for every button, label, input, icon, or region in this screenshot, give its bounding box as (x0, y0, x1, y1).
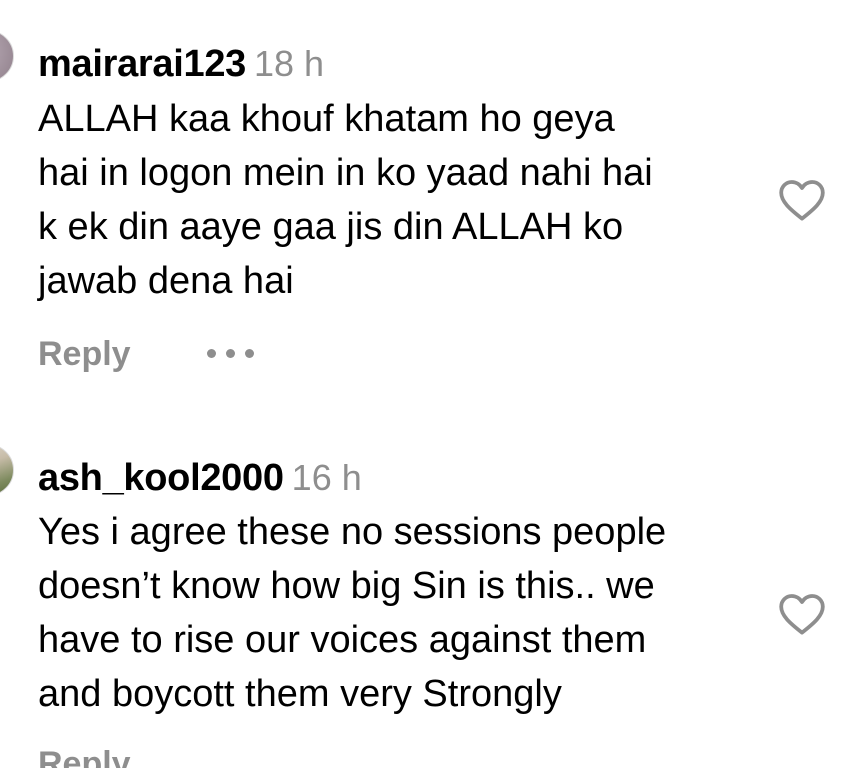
comment-actions: Reply (38, 334, 255, 374)
comment-line: Yes i agree these no sessions people (38, 511, 667, 553)
comment-line: hai in logon mein in ko yaad nahi hai (38, 152, 653, 194)
comment-line: ALLAH kaa khouf khatam ho geya (38, 98, 615, 140)
comment-line: have to rise our voices against them (38, 619, 647, 661)
comment-line: jawab dena hai (38, 260, 294, 302)
comment-line: and boycott them very Strongly (38, 673, 562, 715)
reply-button[interactable]: Reply (38, 744, 131, 768)
heart-outline-icon[interactable] (778, 592, 826, 636)
comment-text: ALLAH kaa khouf khatam ho geya hai in lo… (38, 92, 653, 308)
comment-actions: Reply (38, 744, 131, 768)
avatar[interactable] (0, 444, 14, 496)
timestamp: 18 h (253, 43, 325, 84)
comment-line: doesn’t know how big Sin is this.. we (38, 565, 655, 607)
reply-button[interactable]: Reply (38, 334, 131, 374)
more-horizontal-icon[interactable] (207, 349, 255, 359)
heart-outline-icon[interactable] (778, 178, 826, 222)
comment-text: Yes i agree these no sessions people doe… (38, 505, 666, 721)
timestamp: 16 h (291, 457, 362, 498)
comment-line: k ek din aaye gaa jis din ALLAH ko (38, 206, 624, 248)
comment-header: mairarai123 18 h (38, 42, 324, 86)
avatar[interactable] (0, 30, 14, 82)
username[interactable]: ash_kool2000 (38, 457, 284, 499)
comment-header: ash_kool2000 16 h (38, 456, 362, 500)
username[interactable]: mairarai123 (38, 43, 246, 85)
